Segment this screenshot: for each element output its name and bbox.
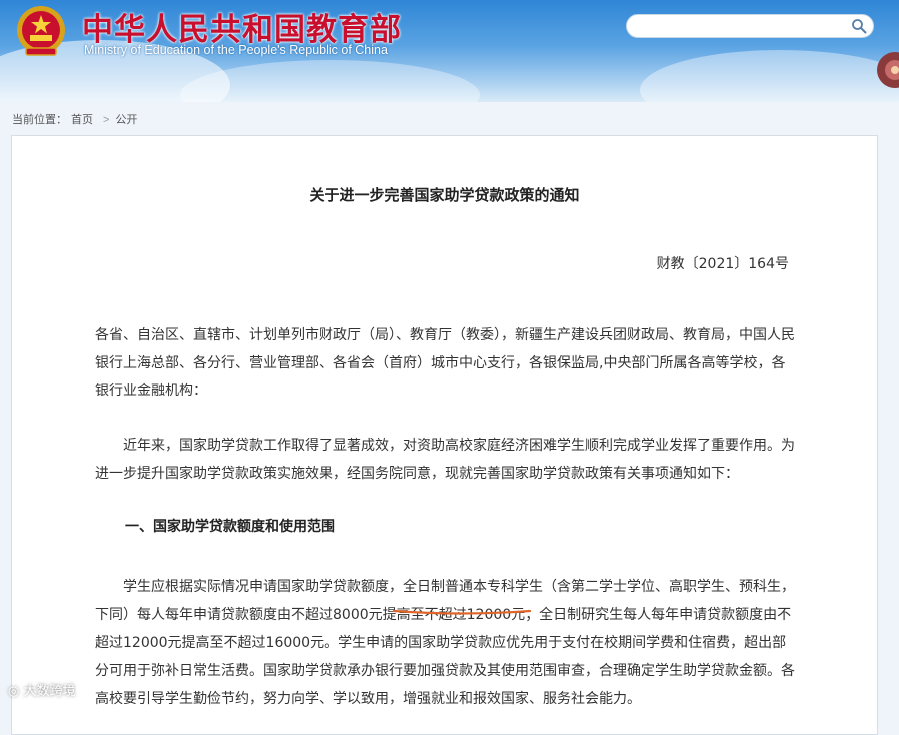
breadcrumb-separator: > bbox=[103, 114, 110, 126]
section-body-paragraph: 学生应根据实际情况申请国家助学贷款额度，全日制普通本专科学生（含第二学士学位、高… bbox=[95, 579, 795, 707]
search-input[interactable] bbox=[637, 17, 841, 37]
watermark-text: 大数跨境 bbox=[23, 684, 76, 699]
breadcrumb-home[interactable]: 首页 bbox=[71, 114, 93, 126]
search-box bbox=[626, 14, 874, 38]
watermark: ◎ 大数跨境 bbox=[8, 680, 76, 699]
cloud-decoration bbox=[180, 60, 480, 102]
article-title: 关于进一步完善国家助学贷款政策的通知 bbox=[309, 186, 580, 204]
breadcrumb-current[interactable]: 公开 bbox=[115, 114, 137, 126]
flower-decoration-icon bbox=[877, 52, 899, 88]
document-number: 财教〔2021〕164号 bbox=[656, 256, 789, 272]
handwritten-underline bbox=[392, 609, 532, 615]
watermark-logo-icon: ◎ bbox=[8, 684, 24, 699]
site-subtitle: Ministry of Education of the People's Re… bbox=[84, 43, 388, 57]
breadcrumb-prefix: 当前位置： bbox=[12, 114, 67, 126]
article-container: 关于进一步完善国家助学贷款政策的通知 财教〔2021〕164号 各省、自治区、直… bbox=[11, 135, 878, 735]
breadcrumb: 当前位置： 首页 > 公开 bbox=[12, 111, 141, 127]
site-banner: 中华人民共和国教育部 Ministry of Education of the … bbox=[0, 0, 899, 102]
cloud-decoration bbox=[640, 50, 899, 102]
intro-paragraph: 近年来，国家助学贷款工作取得了显著成效，对资助高校家庭经济困难学生顺利完成学业发… bbox=[95, 438, 795, 482]
section-heading: 一、国家助学贷款额度和使用范围 bbox=[125, 519, 335, 535]
recipients-paragraph: 各省、自治区、直辖市、计划单列市财政厅（局）、教育厅（教委），新疆生产建设兵团财… bbox=[95, 327, 795, 399]
national-emblem-icon bbox=[17, 6, 65, 56]
